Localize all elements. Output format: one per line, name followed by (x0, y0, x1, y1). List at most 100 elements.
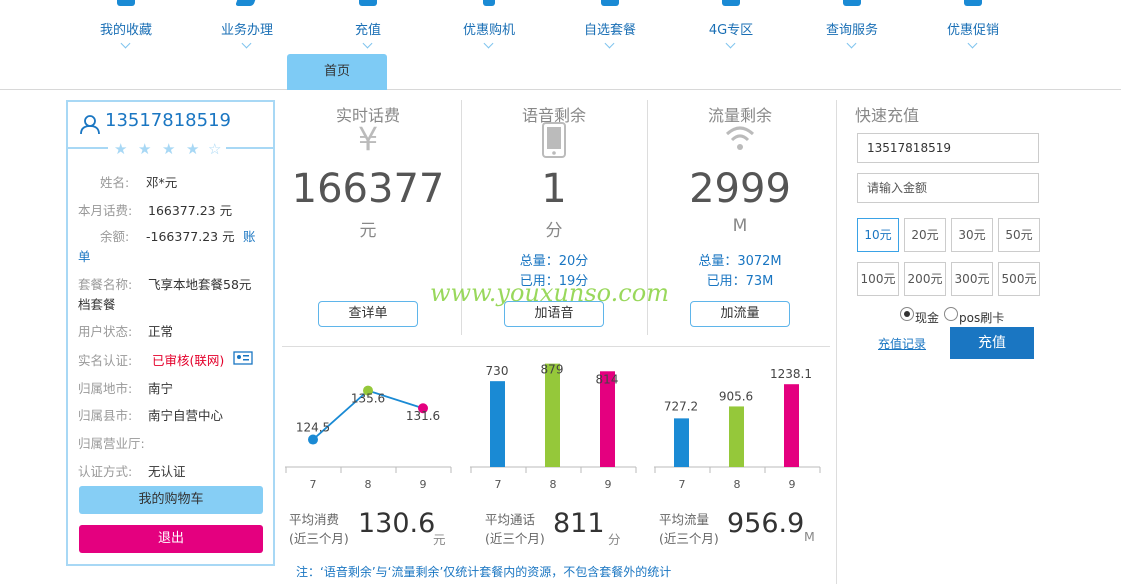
signal-icon (722, 0, 740, 6)
nav-label: 查询服务 (825, 23, 878, 38)
stat-unit: 元 (359, 221, 377, 241)
data-label: 135.6 (351, 392, 385, 406)
nav-item-recharge[interactable]: 充值 (313, 0, 423, 60)
field-value: 已审核(联网) (152, 353, 225, 368)
nav-item-custom-plan[interactable]: 自选套餐 (555, 0, 665, 60)
chevron-down-icon (120, 38, 131, 49)
nav-item-4g[interactable]: 4G专区 (676, 0, 786, 60)
field-label: 姓名: (100, 175, 130, 190)
nav-label: 我的收藏 (99, 23, 152, 38)
amount-option[interactable]: 50元 (998, 218, 1040, 252)
cart-button[interactable]: 我的购物车 (79, 486, 263, 514)
stat-unit: 分 (545, 221, 563, 241)
divider (836, 100, 837, 584)
avg-calls-label: 平均通话 (近三个月) (485, 510, 545, 548)
stat-unit: M (732, 216, 748, 236)
logout-button[interactable]: 退出 (79, 525, 263, 553)
payment-cash-radio[interactable] (900, 307, 914, 321)
divider (226, 147, 273, 149)
wallet-icon (359, 0, 377, 6)
spending-line-chart: 7 8 9 124.5 135.6 131.6 (285, 385, 452, 491)
avg-label-line: (近三个月) (659, 531, 719, 546)
chevron-down-icon (483, 38, 494, 49)
x-tick-label: 8 (365, 478, 372, 491)
amount-input[interactable]: 请输入金额 (857, 173, 1039, 203)
nav-label: 4G专区 (708, 23, 754, 38)
avg-label-line: 平均消费 (289, 512, 340, 527)
avg-label-line: (近三个月) (485, 531, 545, 546)
star-icon: ★ (162, 140, 176, 158)
profile-card: 13517818519 ★ ★ ★ ★ ☆ 姓名: 邓*元 本月话费: 1663… (66, 100, 275, 566)
tab-home[interactable]: 首页 (287, 54, 387, 90)
x-tick-label: 8 (734, 478, 741, 491)
avg-data-unit: M (804, 529, 815, 544)
wifi-icon (725, 126, 755, 150)
field-value: -166377.23 元 (146, 229, 235, 244)
bar (490, 381, 505, 467)
avg-spend-unit: 元 (433, 532, 446, 547)
chevron-down-icon (241, 38, 252, 49)
chevron-down-icon (725, 38, 736, 49)
detail-bill-button[interactable]: 查详单 (318, 301, 418, 327)
chevron-down-icon (362, 38, 373, 49)
calls-bar-chart: 7 8 9 730 879 814 (470, 363, 637, 491)
field-label: 归属营业厅: (78, 436, 145, 451)
divider (282, 346, 830, 347)
nav-label: 业务办理 (220, 23, 273, 38)
data-label: 905.6 (719, 389, 753, 403)
field-label: 归属县市: (78, 408, 133, 423)
amount-option[interactable]: 300元 (951, 262, 993, 296)
star-icon (117, 0, 135, 6)
x-tick-label: 9 (605, 478, 612, 491)
amount-option[interactable]: 10元 (857, 218, 899, 252)
nav-item-discount-phone[interactable]: 优惠购机 (434, 0, 544, 60)
statement-link[interactable]: 账 (243, 226, 256, 245)
nav-item-favorites[interactable]: 我的收藏 (71, 0, 181, 60)
x-tick-label: 7 (310, 478, 317, 491)
box-icon (601, 0, 619, 6)
amount-option[interactable]: 500元 (998, 262, 1040, 296)
field-label: 认证方式: (78, 464, 133, 479)
nav-item-promotions[interactable]: 优惠促销 (918, 0, 1028, 60)
field-value: 飞享本地套餐58元 (148, 277, 252, 292)
stat-value: 1 (541, 166, 567, 212)
avg-calls-unit: 分 (608, 532, 621, 547)
amount-option[interactable]: 200元 (904, 262, 946, 296)
phone-number: 13517818519 (105, 110, 231, 131)
amount-option[interactable]: 100元 (857, 262, 899, 296)
data-label: 727.2 (664, 399, 698, 413)
amount-option[interactable]: 20元 (904, 218, 946, 252)
recharge-button[interactable]: 充值 (950, 327, 1034, 359)
chevron-down-icon (846, 38, 857, 49)
nav-item-query[interactable]: 查询服务 (797, 0, 907, 60)
add-data-button[interactable]: 加流量 (690, 301, 790, 327)
id-card-icon[interactable] (233, 351, 253, 365)
field-balance: 余额: -166377.23 元 账 单 (78, 226, 268, 266)
payment-pos-label: pos刷卡 (959, 311, 1005, 325)
x-tick-label: 9 (789, 478, 796, 491)
gift-icon (964, 0, 982, 6)
payment-pos-radio[interactable] (944, 307, 958, 321)
field-label: 归属地市: (78, 381, 133, 396)
bar (729, 406, 744, 467)
statement-link[interactable]: 单 (78, 246, 91, 265)
field-label: 本月话费: (78, 203, 133, 218)
recharge-phone-input[interactable]: 13517818519 (857, 133, 1039, 163)
nav-label: 充值 (354, 23, 381, 38)
data-bar-chart: 7 8 9 727.2 905.6 1238.1 (654, 367, 821, 491)
stat-used: 已用：73M (706, 274, 774, 289)
amount-option[interactable]: 30元 (951, 218, 993, 252)
data-label: 131.6 (406, 409, 440, 423)
nav-label: 优惠购机 (462, 23, 515, 38)
avg-label-line: (近三个月) (289, 531, 349, 546)
field-label: 套餐名称: (78, 277, 133, 292)
nav-item-business[interactable]: 业务办理 (192, 0, 302, 60)
x-tick-label: 9 (420, 478, 427, 491)
avg-spend-value: 130.6 (358, 508, 436, 539)
data-point (308, 434, 318, 445)
field-value: 邓*元 (146, 175, 178, 190)
recharge-history-link[interactable]: 充值记录 (878, 335, 926, 352)
bar (545, 363, 560, 467)
stat-title: 流量剩余 (707, 106, 772, 125)
payment-cash-label: 现金 (915, 311, 940, 325)
